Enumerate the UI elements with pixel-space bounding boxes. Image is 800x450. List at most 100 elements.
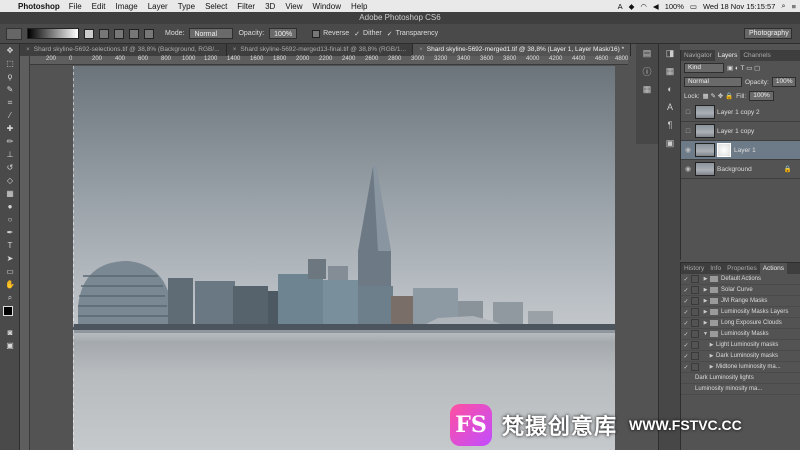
layer-row[interactable]: □ Layer 1 copy 2	[681, 103, 800, 122]
layer-row[interactable]: □ Layer 1 copy	[681, 122, 800, 141]
menu-window[interactable]: Window	[313, 2, 341, 11]
menu-3d[interactable]: 3D	[265, 2, 275, 11]
tab-info[interactable]: Info	[707, 263, 724, 274]
fill-field[interactable]: 100%	[749, 91, 774, 101]
transparency-check-icon[interactable]: ✓	[387, 30, 393, 38]
menu-file[interactable]: File	[69, 2, 82, 11]
wifi-icon[interactable]: ◠	[640, 2, 647, 11]
eye-icon[interactable]: ◉	[681, 165, 695, 173]
check-icon[interactable]: ✓	[681, 287, 691, 294]
tab-channels[interactable]: Channels	[740, 50, 773, 61]
swatches-panel-icon[interactable]: ▦	[659, 62, 681, 80]
tab-selections[interactable]: × Shard skyline-5692-selections.tif @ 38,…	[20, 44, 227, 56]
reverse-checkbox[interactable]	[312, 29, 321, 38]
move-tool-icon[interactable]: ✥	[0, 44, 20, 57]
quick-mask-icon[interactable]: ◙	[0, 326, 20, 339]
search-icon[interactable]: ⌕	[781, 1, 785, 11]
horizontal-ruler[interactable]: 200 0 200 400 600 800 1000 1200 1400 160…	[30, 56, 628, 65]
expand-icon[interactable]: ▶	[707, 353, 716, 359]
action-row[interactable]: Luminosity minosity ma...	[681, 384, 800, 395]
action-set-row-expanded[interactable]: ✓ ▼ Luminosity Masks	[681, 329, 800, 340]
app-menu[interactable]: Photoshop	[18, 2, 60, 11]
canvas-area[interactable]	[31, 66, 628, 450]
layer-row[interactable]: ◉ Background 🔒	[681, 160, 800, 179]
transparency-option[interactable]: ✓ Transparency	[387, 30, 438, 38]
expand-icon[interactable]: ▶	[707, 364, 716, 370]
expand-icon[interactable]: ▶	[701, 298, 710, 304]
dialog-toggle[interactable]	[691, 297, 699, 305]
linear-gradient-button[interactable]	[84, 28, 94, 39]
menu-select[interactable]: Select	[205, 2, 227, 11]
screen-mode-icon[interactable]: ▣	[0, 339, 20, 352]
dialog-toggle[interactable]	[691, 363, 699, 371]
workspace-switcher[interactable]: Photography	[744, 28, 792, 39]
battery-icon[interactable]: ▭	[690, 2, 697, 11]
history-panel-icon[interactable]: ▤	[636, 44, 658, 62]
eye-icon[interactable]: ◉	[681, 146, 695, 154]
expand-icon[interactable]: ▶	[701, 276, 710, 282]
tab-navigator[interactable]: Navigator	[681, 50, 715, 61]
tab-actions[interactable]: Actions	[759, 263, 788, 274]
action-set-row[interactable]: ✓ ▶ Solar Curve	[681, 285, 800, 296]
check-icon[interactable]: ✓	[681, 298, 691, 305]
action-row[interactable]: ✓ ▶ Dark Luminosity masks	[681, 351, 800, 362]
close-tab-icon[interactable]: ×	[419, 46, 423, 53]
kind-filter-dropdown[interactable]: Kind	[684, 63, 724, 73]
menu-filter[interactable]: Filter	[237, 2, 255, 11]
clone-stamp-tool-icon[interactable]: ⊥	[0, 148, 20, 161]
gradient-tool-icon[interactable]: ▦	[0, 187, 20, 200]
volume-icon[interactable]: ◀	[653, 2, 659, 11]
eraser-tool-icon[interactable]: ◇	[0, 174, 20, 187]
mode-dropdown[interactable]: Normal	[189, 28, 234, 39]
path-select-tool-icon[interactable]: ➤	[0, 252, 20, 265]
diamond-gradient-button[interactable]	[144, 28, 154, 39]
opacity-field[interactable]: 100%	[269, 28, 298, 39]
lock-icons[interactable]: ▦ ✎ ✥ 🔒	[703, 92, 734, 100]
dither-check-icon[interactable]: ✓	[354, 30, 360, 38]
dodge-tool-icon[interactable]: ○	[0, 213, 20, 226]
menu-type[interactable]: Type	[178, 2, 195, 11]
dialog-toggle[interactable]	[691, 319, 699, 327]
dialog-toggle[interactable]	[691, 275, 699, 283]
opacity-field[interactable]: 100%	[771, 77, 797, 87]
check-icon[interactable]: ✓	[681, 364, 691, 371]
action-row[interactable]: Dark Luminosity lights	[681, 373, 800, 384]
shape-tool-icon[interactable]: ▭	[0, 265, 20, 278]
paragraph-panel-icon[interactable]: ¶	[659, 116, 681, 134]
menu-view[interactable]: View	[285, 2, 302, 11]
dialog-toggle[interactable]	[691, 308, 699, 316]
dialog-toggle[interactable]	[691, 341, 699, 349]
tab-properties[interactable]: Properties	[724, 263, 760, 274]
tab-merged13-final[interactable]: × Shard skyline-5692-merged13-final.tif @…	[226, 44, 413, 56]
blend-mode-dropdown[interactable]: Normal	[684, 77, 742, 87]
zoom-tool-icon[interactable]: ⌕	[0, 291, 20, 304]
menu-layer[interactable]: Layer	[148, 2, 168, 11]
history-brush-tool-icon[interactable]: ↺	[0, 161, 20, 174]
expand-icon[interactable]: ▶	[701, 287, 710, 293]
expand-icon[interactable]: ▶	[701, 309, 710, 315]
dialog-toggle[interactable]	[691, 286, 699, 294]
dither-option[interactable]: ✓ Dither	[354, 30, 382, 38]
marquee-tool-icon[interactable]: ⬚	[0, 57, 20, 70]
menu-list-icon[interactable]: ≡	[792, 2, 796, 11]
expand-icon[interactable]: ▶	[701, 320, 710, 326]
swatch-panel-icon[interactable]: ▦	[636, 80, 658, 98]
action-set-row[interactable]: ✓ ▶ Luminosity Masks Layers	[681, 307, 800, 318]
action-set-row[interactable]: ✓ ▶ JM Range Masks	[681, 296, 800, 307]
check-icon[interactable]: ✓	[681, 309, 691, 316]
angle-gradient-button[interactable]	[114, 28, 124, 39]
clock[interactable]: Wed 18 Nov 15:15:57	[703, 2, 775, 11]
action-row[interactable]: ✓ ▶ Light Luminosity masks	[681, 340, 800, 351]
tab-layers[interactable]: Layers	[714, 50, 741, 61]
color-swatches[interactable]	[0, 304, 20, 326]
type-tool-icon[interactable]: T	[0, 239, 20, 252]
dropbox-icon[interactable]: ◆	[629, 2, 635, 11]
reverse-option[interactable]: Reverse	[312, 29, 349, 38]
healing-tool-icon[interactable]: ✚	[0, 122, 20, 135]
info-panel-icon[interactable]: ⓘ	[636, 62, 658, 80]
styles-panel-icon[interactable]: ▣	[659, 134, 681, 152]
close-tab-icon[interactable]: ×	[233, 46, 237, 53]
action-row[interactable]: ✓ ▶ Midtone luminosity ma...	[681, 362, 800, 373]
menu-edit[interactable]: Edit	[92, 2, 106, 11]
color-panel-icon[interactable]: ◨	[659, 44, 681, 62]
